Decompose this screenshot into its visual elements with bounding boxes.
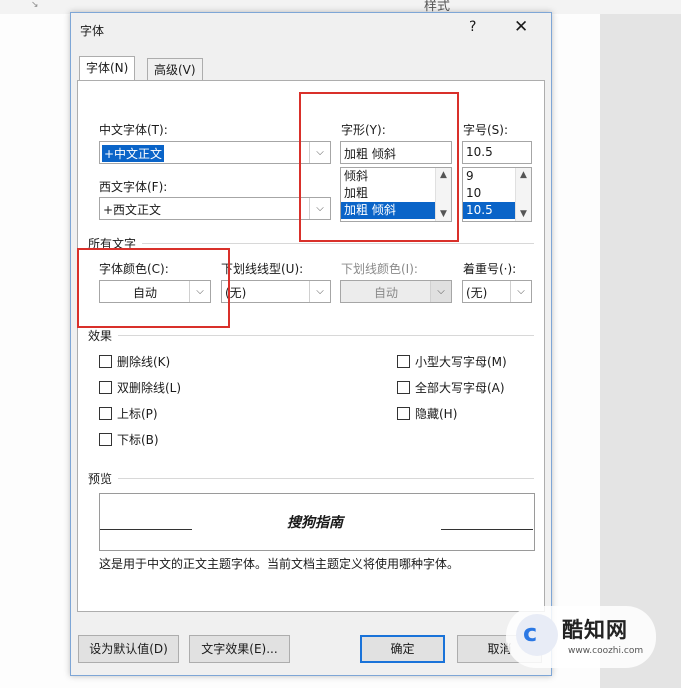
preview-box: 搜狗指南 [99, 493, 535, 551]
preview-baseline-left [100, 529, 192, 530]
document-margin [600, 14, 681, 688]
watermark-url: www.coozhi.com [568, 646, 644, 656]
underline-color-combo: 自动 ⌵ [340, 280, 452, 303]
small-caps-checkbox[interactable]: 小型大写字母(M) [397, 353, 507, 370]
divider [118, 478, 534, 479]
emphasis-mark-label: 着重号(·): [463, 262, 517, 276]
checkbox-box[interactable] [397, 381, 410, 394]
hidden-checkbox[interactable]: 隐藏(H) [397, 405, 457, 422]
double-strikethrough-checkbox[interactable]: 双删除线(L) [99, 379, 181, 396]
chinese-font-value: +中文正文 [102, 145, 165, 162]
dialog-launcher-icon[interactable]: ↘ [31, 0, 39, 10]
checkbox-box[interactable] [99, 381, 112, 394]
list-item[interactable]: 10.5 [463, 202, 516, 219]
checkbox-label: 双删除线(L) [117, 381, 182, 395]
preview-baseline-right [441, 529, 533, 530]
checkbox-box[interactable] [397, 407, 410, 420]
divider [118, 335, 534, 336]
tab-advanced[interactable]: 高级(V) [147, 58, 203, 81]
checkbox-label: 上标(P) [117, 407, 158, 421]
divider [142, 243, 534, 244]
western-font-label: 西文字体(F): [99, 180, 168, 194]
underline-style-label: 下划线线型(U): [221, 262, 304, 276]
chinese-font-label: 中文字体(T): [99, 123, 168, 137]
font-size-label: 字号(S): [463, 123, 509, 137]
emphasis-mark-value: (无) [466, 286, 488, 300]
western-font-combo[interactable]: +西文正文 ⌵ [99, 197, 331, 220]
checkbox-label: 隐藏(H) [415, 407, 458, 421]
annotation-highlight-style [299, 92, 459, 242]
checkbox-box[interactable] [99, 407, 112, 420]
font-size-list[interactable]: 9 10 10.5 ▲ ▼ [462, 167, 532, 222]
dialog-title: 字体 [80, 24, 105, 38]
underline-color-value: 自动 [374, 286, 399, 300]
font-size-input[interactable]: 10.5 [462, 141, 532, 164]
ok-button[interactable]: 确定 [360, 635, 445, 663]
superscript-checkbox[interactable]: 上标(P) [99, 405, 158, 422]
subscript-checkbox[interactable]: 下标(B) [99, 431, 159, 448]
underline-style-combo[interactable]: (无) ⌵ [221, 280, 331, 303]
emphasis-mark-combo[interactable]: (无) ⌵ [462, 280, 532, 303]
checkbox-label: 删除线(K) [117, 355, 171, 369]
underline-color-label: 下划线颜色(I): [341, 262, 418, 276]
coozhi-logo-icon: c [516, 614, 558, 656]
watermark-brand: 酷知网 [562, 618, 628, 642]
chevron-down-icon: ⌵ [430, 281, 451, 302]
checkbox-box[interactable] [397, 355, 410, 368]
preview-description: 这是用于中文的正文主题字体。当前文档主题定义将使用哪种字体。 [99, 557, 460, 571]
checkbox-box[interactable] [99, 433, 112, 446]
western-font-value: +西文正文 [103, 203, 162, 217]
preview-sample-text: 搜狗指南 [287, 515, 343, 531]
preview-group-title: 预览 [88, 472, 113, 486]
scrollbar[interactable]: ▲ ▼ [515, 168, 531, 221]
scroll-down-icon[interactable]: ▼ [516, 209, 531, 219]
watermark: c 酷知网 www.coozhi.com [506, 606, 656, 668]
set-default-button[interactable]: 设为默认值(D) [78, 635, 179, 663]
tab-font[interactable]: 字体(N) [79, 56, 136, 81]
scroll-up-icon[interactable]: ▲ [516, 170, 531, 180]
chevron-down-icon[interactable]: ⌵ [309, 281, 330, 302]
checkbox-label: 小型大写字母(M) [415, 355, 507, 369]
all-caps-checkbox[interactable]: 全部大写字母(A) [397, 379, 505, 396]
chinese-font-combo[interactable]: +中文正文 ⌵ [99, 141, 331, 164]
annotation-highlight-color [77, 248, 230, 328]
checkbox-box[interactable] [99, 355, 112, 368]
help-button[interactable]: ? [469, 19, 476, 35]
checkbox-label: 下标(B) [117, 433, 159, 447]
strikethrough-checkbox[interactable]: 删除线(K) [99, 353, 170, 370]
effects-group-title: 效果 [88, 329, 113, 343]
text-effects-button[interactable]: 文字效果(E)... [189, 635, 290, 663]
chevron-down-icon[interactable]: ⌵ [510, 281, 531, 302]
checkbox-label: 全部大写字母(A) [415, 381, 505, 395]
close-button[interactable]: ✕ [514, 17, 528, 37]
